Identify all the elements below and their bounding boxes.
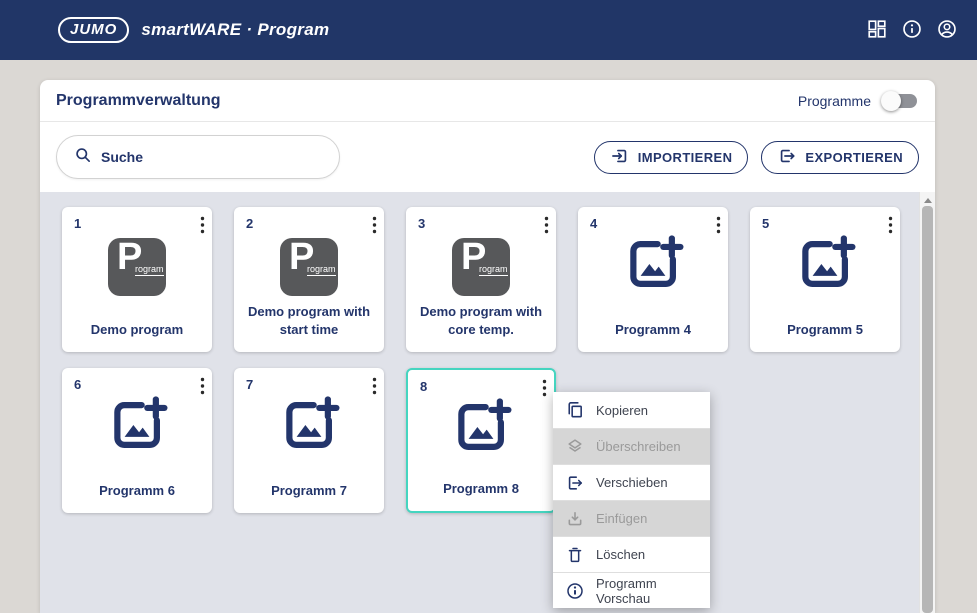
card-number: 6 <box>74 377 81 392</box>
card-label: Programm 8 <box>413 480 549 498</box>
menu-item-program-preview[interactable]: Programm Vorschau <box>553 572 710 608</box>
program-card-4[interactable]: 4 Programm 4 <box>578 207 728 352</box>
more-vert-icon <box>544 222 549 237</box>
info-button[interactable] <box>900 18 924 42</box>
menu-item-label: Einfügen <box>596 511 647 526</box>
card-label: Programm 7 <box>239 482 379 500</box>
import-label: IMPORTIEREN <box>638 150 733 165</box>
panel-header: Programmverwaltung Programme <box>40 80 935 122</box>
search-icon <box>73 145 93 170</box>
card-menu-button[interactable] <box>542 214 551 239</box>
export-label: EXPORTIEREN <box>805 150 903 165</box>
add-image-icon <box>408 396 554 458</box>
card-label: Programm 6 <box>67 482 207 500</box>
menu-item-label: Programm Vorschau <box>596 576 698 606</box>
copy-icon <box>565 400 585 420</box>
program-management-panel: Programmverwaltung Programme <box>40 80 935 613</box>
card-number: 7 <box>246 377 253 392</box>
toolbar: IMPORTIEREN EXPORTIEREN <box>40 122 935 192</box>
info-icon <box>901 18 923 43</box>
card-menu-button[interactable] <box>198 214 207 239</box>
menu-item-paste: Einfügen <box>553 500 710 536</box>
import-icon <box>610 146 630 169</box>
add-image-icon <box>750 233 900 295</box>
program-logo-icon: Program <box>406 238 556 296</box>
program-grid: 1 Program Demo program 2 <box>40 192 935 613</box>
app-title: smartWARE · Program <box>141 20 329 40</box>
add-image-icon <box>62 394 212 456</box>
card-menu-button[interactable] <box>370 214 379 239</box>
card-label: Demo program <box>67 321 207 339</box>
menu-item-copy[interactable]: Kopieren <box>553 392 710 428</box>
card-label: Demo program with core temp. <box>411 303 551 339</box>
menu-item-move[interactable]: Verschieben <box>553 464 710 500</box>
program-card-7[interactable]: 7 Programm 7 <box>234 368 384 513</box>
menu-item-overwrite: Überschreiben <box>553 428 710 464</box>
card-number: 5 <box>762 216 769 231</box>
page-title: Programmverwaltung <box>56 92 798 110</box>
program-card-8-selected[interactable]: 8 Programm 8 <box>406 368 556 513</box>
program-logo-icon: Program <box>234 238 384 296</box>
card-label: Demo program with start time <box>239 303 379 339</box>
scrollbar-thumb[interactable] <box>922 206 933 613</box>
program-card-1[interactable]: 1 Program Demo program <box>62 207 212 352</box>
program-card-2[interactable]: 2 Program Demo program with start time <box>234 207 384 352</box>
add-image-icon <box>234 394 384 456</box>
card-label: Programm 4 <box>583 321 723 339</box>
card-number: 1 <box>74 216 81 231</box>
program-card-5[interactable]: 5 Programm 5 <box>750 207 900 352</box>
toggle-label: Programme <box>798 93 871 109</box>
card-number: 8 <box>420 379 427 394</box>
cards-container: 1 Program Demo program 2 <box>62 207 900 513</box>
vertical-scrollbar[interactable] <box>919 192 935 613</box>
account-icon <box>936 18 958 43</box>
dashboard-icon <box>866 18 888 43</box>
more-vert-icon <box>372 222 377 237</box>
programs-toggle-group: Programme <box>798 91 919 111</box>
trash-icon <box>565 545 585 565</box>
search-field[interactable] <box>56 135 340 179</box>
navbar-icons <box>865 18 959 42</box>
layers-icon <box>565 437 585 457</box>
info-circle-icon <box>565 581 585 601</box>
search-input[interactable] <box>101 149 325 165</box>
card-context-menu: Kopieren Überschreiben <box>553 392 710 608</box>
card-number: 3 <box>418 216 425 231</box>
program-card-3[interactable]: 3 Program Demo program with core temp. <box>406 207 556 352</box>
top-navbar: JUMO smartWARE · Program <box>0 0 977 60</box>
program-card-6[interactable]: 6 Programm 6 <box>62 368 212 513</box>
app-switcher-button[interactable] <box>865 18 889 42</box>
menu-item-label: Löschen <box>596 547 645 562</box>
export-button[interactable]: EXPORTIEREN <box>761 141 919 174</box>
jumo-logo: JUMO <box>58 17 129 43</box>
more-vert-icon <box>200 222 205 237</box>
toggle-thumb <box>881 91 901 111</box>
menu-item-label: Verschieben <box>596 475 668 490</box>
menu-item-delete[interactable]: Löschen <box>553 536 710 572</box>
paste-icon <box>565 509 585 529</box>
add-image-icon <box>578 233 728 295</box>
card-label: Programm 5 <box>755 321 895 339</box>
program-logo-icon: Program <box>62 238 212 296</box>
menu-item-label: Kopieren <box>596 403 648 418</box>
card-number: 2 <box>246 216 253 231</box>
programs-toggle[interactable] <box>881 91 919 111</box>
card-number: 4 <box>590 216 597 231</box>
move-icon <box>565 473 585 493</box>
menu-item-label: Überschreiben <box>596 439 681 454</box>
import-button[interactable]: IMPORTIEREN <box>594 141 749 174</box>
scroll-up-button[interactable] <box>920 194 935 206</box>
export-icon <box>777 146 797 169</box>
account-button[interactable] <box>935 18 959 42</box>
